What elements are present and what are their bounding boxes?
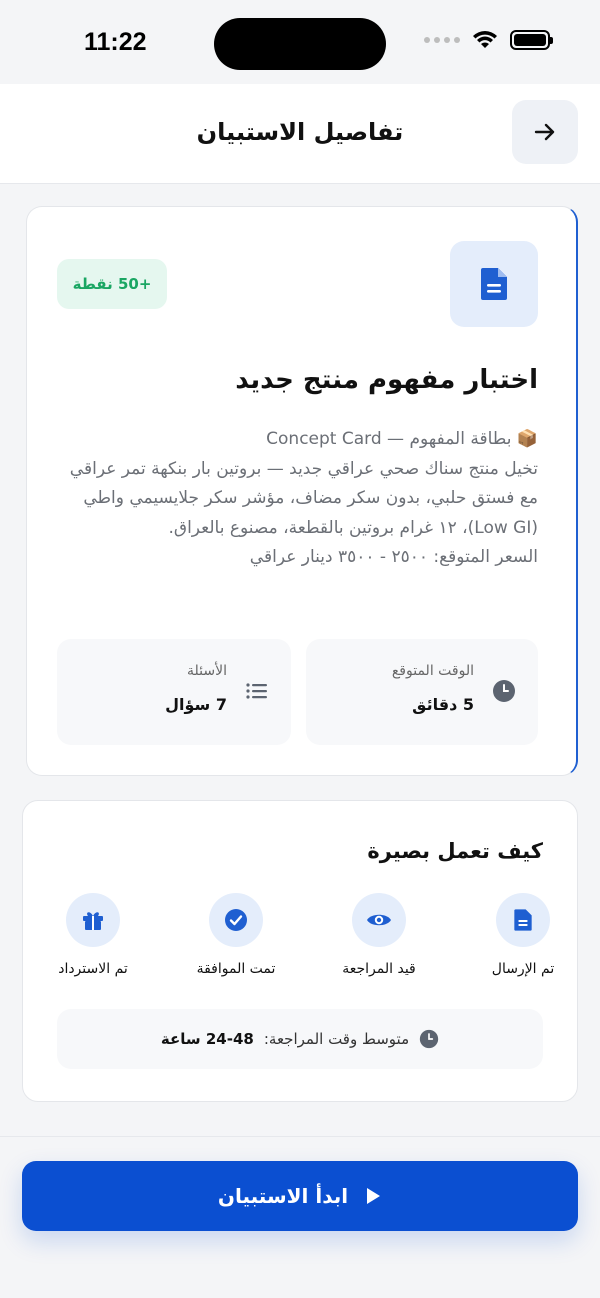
step-icon-circle — [496, 893, 550, 947]
bottom-action-bar: ابدأ الاستبيان — [0, 1136, 600, 1298]
back-button[interactable] — [512, 100, 578, 164]
clock-icon — [419, 1029, 439, 1049]
start-survey-label: ابدأ الاستبيان — [217, 1184, 349, 1208]
gift-icon — [83, 912, 103, 930]
average-review-time: متوسط وقت المراجعة: 24-48 ساعة — [57, 1009, 543, 1069]
estimated-time-stat: الوقت المتوقع 5 دقائق — [306, 639, 538, 745]
check-circle-icon — [225, 909, 247, 931]
clock-icon — [493, 680, 515, 702]
eye-icon — [367, 914, 391, 926]
arrow-right-icon — [534, 123, 555, 141]
step-under-review: قيد المراجعة — [309, 893, 449, 977]
average-review-value: 24-48 ساعة — [160, 1030, 254, 1048]
step-icon-circle — [209, 893, 263, 947]
document-icon — [514, 909, 532, 931]
step-icon-circle — [352, 893, 406, 947]
how-it-works-card: كيف تعمل بصيرة تم الإرسال قيد المراجعة ت… — [22, 800, 578, 1102]
status-time: 11:22 — [84, 28, 147, 56]
status-icons — [424, 30, 553, 50]
wifi-icon — [473, 31, 497, 48]
step-submitted: تم الإرسال — [453, 893, 593, 977]
estimated-time-value: 5 دقائق — [412, 695, 474, 714]
questions-value: 7 سؤال — [165, 695, 227, 714]
estimated-time-label: الوقت المتوقع — [391, 663, 474, 679]
points-badge: +50 نقطة — [57, 259, 167, 309]
survey-card: +50 نقطة اختبار مفهوم منتج جديد 📦 بطاقة … — [26, 206, 578, 776]
battery-icon — [510, 30, 553, 50]
list-icon — [246, 683, 267, 699]
play-icon — [367, 1188, 381, 1204]
status-bar: 11:22 — [0, 0, 600, 84]
step-label: قيد المراجعة — [342, 961, 416, 977]
average-review-label: متوسط وقت المراجعة: — [263, 1030, 410, 1048]
start-survey-button[interactable]: ابدأ الاستبيان — [22, 1161, 578, 1231]
step-label: تمت الموافقة — [196, 961, 276, 977]
questions-label: الأسئلة — [187, 663, 227, 679]
step-redeemed: تم الاسترداد — [23, 893, 163, 977]
page-header: تفاصيل الاستبيان — [0, 84, 600, 184]
step-icon-circle — [66, 893, 120, 947]
how-it-works-title: كيف تعمل بصيرة — [367, 839, 543, 863]
document-icon — [481, 268, 507, 300]
page-title: تفاصيل الاستبيان — [196, 118, 404, 146]
dynamic-island — [214, 18, 386, 70]
step-label: تم الإرسال — [491, 961, 555, 977]
step-approved: تمت الموافقة — [166, 893, 306, 977]
survey-title: اختبار مفهوم منتج جديد — [235, 365, 538, 395]
survey-icon-tile — [450, 241, 538, 327]
survey-description: 📦 بطاقة المفهوم — Concept Card تخيل منتج… — [69, 429, 538, 567]
step-label: تم الاسترداد — [58, 961, 128, 977]
signal-icon — [424, 37, 460, 43]
questions-stat: الأسئلة 7 سؤال — [57, 639, 291, 745]
